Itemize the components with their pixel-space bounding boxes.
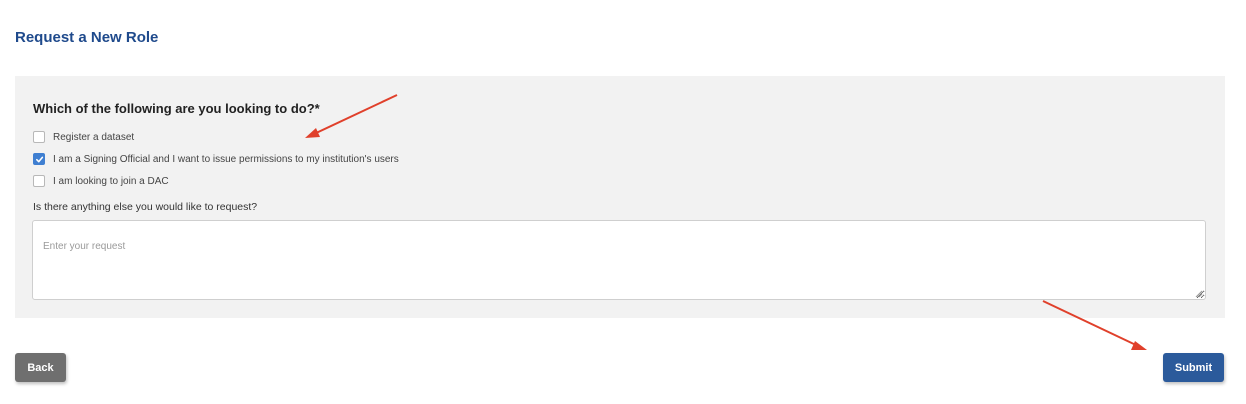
checkbox-register-dataset[interactable] (33, 131, 45, 143)
checkbox-join-dac[interactable] (33, 175, 45, 187)
option-join-dac[interactable]: I am looking to join a DAC (33, 175, 169, 187)
submit-button[interactable]: Submit (1163, 353, 1224, 382)
page-title: Request a New Role (15, 29, 159, 46)
extra-request-label: Is there anything else you would like to… (33, 201, 258, 213)
check-icon (35, 156, 43, 162)
option-register-dataset[interactable]: Register a dataset (33, 131, 134, 143)
request-textarea[interactable] (32, 220, 1206, 300)
back-button[interactable]: Back (15, 353, 66, 382)
checkbox-signing-official[interactable] (33, 153, 45, 165)
option-signing-official[interactable]: I am a Signing Official and I want to is… (33, 153, 399, 165)
option-label: I am a Signing Official and I want to is… (53, 153, 399, 165)
option-label: I am looking to join a DAC (53, 175, 169, 187)
role-question: Which of the following are you looking t… (33, 101, 320, 116)
role-request-form: Which of the following are you looking t… (15, 76, 1225, 318)
option-label: Register a dataset (53, 131, 135, 143)
